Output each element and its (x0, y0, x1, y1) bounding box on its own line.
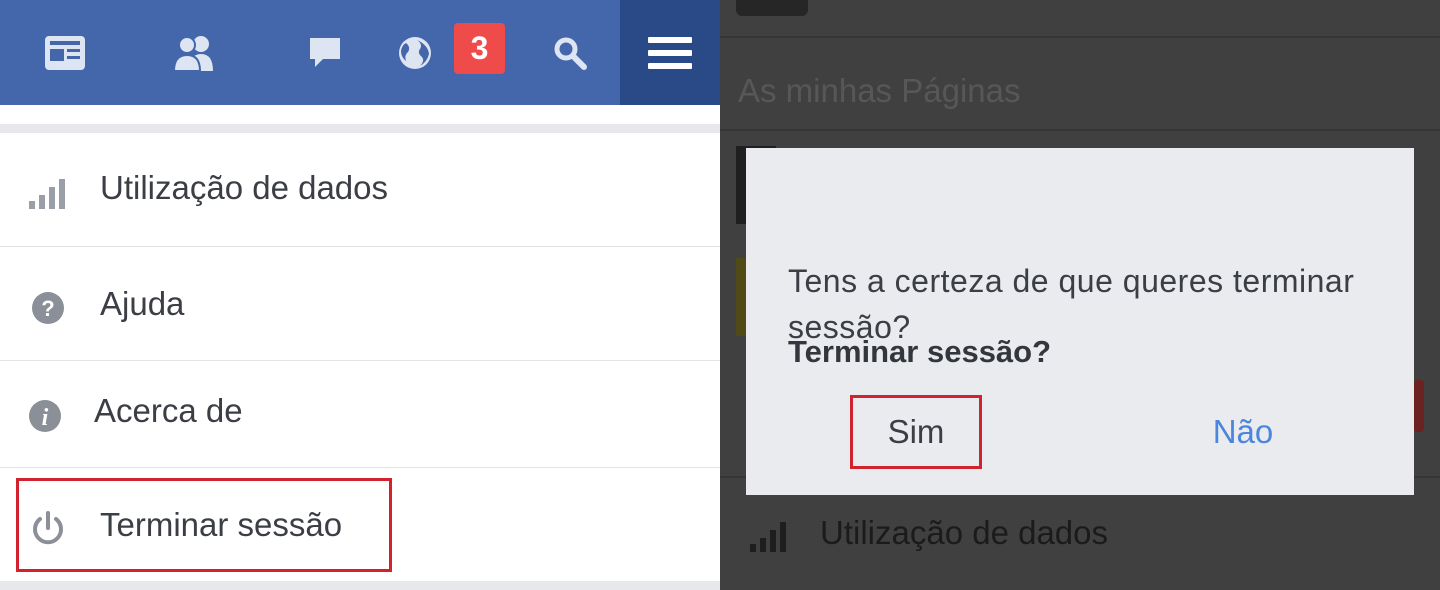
background-menu-item-label: Utilização de dados (820, 514, 1109, 551)
dialog-message: Tens a certeza de que queres terminar se… (788, 263, 1355, 345)
confirm-yes-button[interactable]: Sim (850, 395, 982, 469)
globe-icon (399, 36, 431, 69)
info-icon: i (29, 400, 61, 432)
divider (720, 36, 1440, 38)
news-feed-icon (45, 35, 85, 70)
menu-item-label: Utilização de dados (100, 169, 389, 206)
svg-text:?: ? (41, 296, 54, 321)
section-separator (0, 124, 720, 133)
menu-item-label: Acerca de (94, 392, 243, 429)
svg-text:i: i (42, 405, 49, 431)
friend-requests-tab[interactable] (130, 0, 260, 105)
search-icon (554, 37, 587, 70)
log-out-highlight-box (16, 478, 392, 572)
help-icon: ? (32, 292, 64, 324)
cancel-no-button[interactable]: Não (1186, 395, 1300, 469)
signal-bars-icon (29, 179, 65, 209)
menu-item-data-usage[interactable]: Utilização de dados (0, 133, 720, 247)
right-panel: As minhas Páginas Utilização de dados Te… (720, 0, 1440, 590)
divider (720, 129, 1440, 131)
my-pages-heading: As minhas Páginas (738, 72, 1021, 109)
friends-icon (172, 35, 213, 72)
top-navigation-bar: 3 (0, 0, 720, 105)
menu-item-about[interactable]: i Acerca de (0, 361, 720, 468)
search-tab[interactable] (505, 0, 635, 105)
menu-item-help[interactable]: ? Ajuda (0, 247, 720, 361)
background-tile (736, 0, 808, 16)
hamburger-menu-icon (648, 36, 692, 69)
chat-bubble-icon (310, 37, 340, 67)
signal-bars-icon (750, 522, 786, 552)
more-menu-tab[interactable] (620, 0, 720, 105)
section-separator (0, 581, 720, 590)
menu-item-label: Ajuda (100, 285, 185, 322)
notification-count-badge: 3 (454, 23, 505, 74)
background-button-edge (1414, 380, 1424, 432)
news-feed-tab[interactable] (0, 0, 130, 105)
left-panel: 3 Utilização de dados ? Ajuda i Acerca d… (0, 0, 720, 590)
logout-confirm-dialog: Terminar sessão? Tens a certeza de que q… (746, 148, 1414, 495)
